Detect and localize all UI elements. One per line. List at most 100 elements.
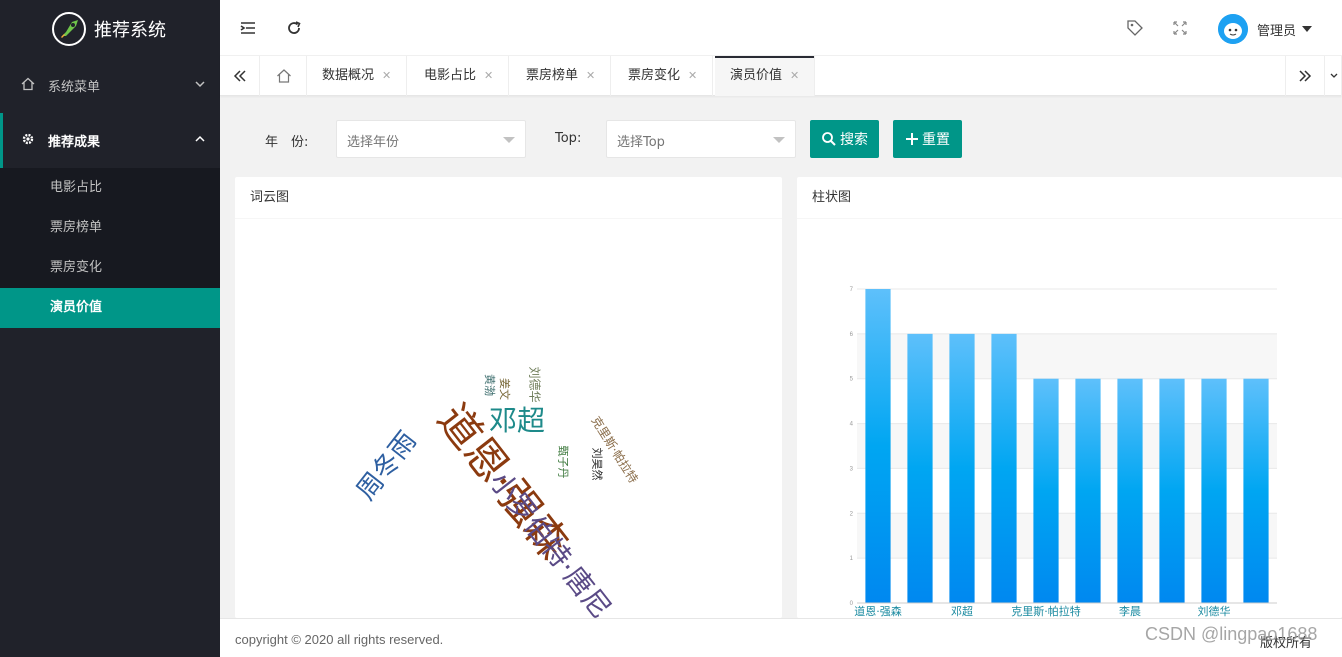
tab-label: 电影占比 — [424, 68, 477, 83]
close-icon[interactable]: ✕ — [790, 69, 799, 82]
sidebar-subitem-actor-value[interactable]: 演员价值 — [0, 288, 220, 328]
chart-y-tick-label: 3 — [850, 466, 854, 472]
copyright-text: copyright © 2020 all rights reserved. — [235, 632, 444, 647]
tab-label: 票房变化 — [628, 68, 681, 83]
wordcloud-word: 刘德华 — [527, 365, 542, 403]
caret-down-icon — [1302, 26, 1313, 32]
chart-bar[interactable] — [1243, 378, 1269, 603]
chart-x-tick-label: 刘德华 — [1198, 604, 1231, 618]
year-select-placeholder: 选择年份 — [347, 135, 400, 150]
wordcloud-word: 姜文 — [498, 378, 511, 400]
wordcloud: 道恩·强森 小罗伯特·唐尼 周冬雨 邓超 克里斯·帕拉特 刘德华 姜文 黄渤 甄子丹 刘昊然 — [235, 219, 782, 618]
menu-fold-icon[interactable] — [238, 18, 258, 38]
search-button[interactable]: 搜索 — [810, 120, 879, 158]
chart-bar[interactable] — [1159, 378, 1185, 603]
chart-y-tick-label: 5 — [850, 377, 854, 383]
chart-y-tick-label: 1 — [850, 556, 854, 562]
chart-bar[interactable] — [949, 333, 975, 603]
top-select-placeholder: 选择Top — [617, 135, 665, 150]
sidebar-subitem-movie-share[interactable]: 电影占比 — [0, 168, 220, 208]
chart-x-tick-label: 邓超 — [951, 604, 973, 618]
tab-actor-value[interactable]: 演员价值 ✕ — [715, 56, 816, 96]
top-select[interactable]: 选择Top — [606, 120, 796, 158]
chart-band — [857, 289, 1277, 334]
chart-bar[interactable] — [1201, 378, 1227, 603]
top-header: 管理员 — [220, 0, 1342, 56]
tab-label: 数据概况 — [322, 68, 375, 83]
home-icon — [20, 77, 36, 95]
gear-icon — [20, 132, 36, 150]
year-select[interactable]: 选择年份 — [336, 120, 526, 158]
chart-y-tick-label: 0 — [850, 601, 854, 607]
wordcloud-word: 邓超 — [489, 404, 546, 437]
chart-bar[interactable] — [907, 333, 933, 603]
wordcloud-word: 小罗伯特·唐尼 — [482, 465, 618, 618]
search-icon — [821, 131, 837, 147]
chart-bar[interactable] — [1033, 378, 1059, 603]
close-icon[interactable]: ✕ — [688, 69, 697, 82]
sidebar-subitem-box-office-trend[interactable]: 票房变化 — [0, 248, 220, 288]
refresh-icon[interactable] — [284, 18, 304, 38]
tab-home[interactable] — [261, 56, 307, 96]
tag-icon[interactable] — [1125, 18, 1145, 38]
close-icon[interactable]: ✕ — [382, 69, 391, 82]
reset-button-label: 重置 — [922, 132, 950, 148]
chart-x-tick-label: 克里斯·帕拉特 — [1011, 604, 1081, 618]
bar-chart: 0 1 2 3 4 5 6 7 道恩·强森 邓超 克里斯·帕拉特 李晨 刘德华 — [850, 287, 1277, 618]
dropdown-arrow-icon — [503, 137, 515, 143]
wordcloud-word: 周冬雨 — [351, 425, 423, 506]
reset-button[interactable]: 重置 — [893, 120, 962, 158]
tab-box-office-ranking[interactable]: 票房榜单 ✕ — [511, 56, 612, 96]
search-button-label: 搜索 — [840, 132, 868, 148]
sidebar-item-label: 推荐成果 — [48, 135, 101, 150]
sidebar-item-results[interactable]: 推荐成果 — [0, 113, 220, 168]
chevron-down-icon — [194, 78, 206, 90]
tab-bar: 数据概况 ✕ 电影占比 ✕ 票房榜单 ✕ 票房变化 ✕ 演员价值 ✕ — [220, 56, 1342, 96]
chart-bar[interactable] — [991, 333, 1017, 603]
chart-bar[interactable] — [865, 289, 891, 603]
year-label: 年 份: — [265, 135, 309, 150]
sidebar-subitem-box-office-ranking[interactable]: 票房榜单 — [0, 208, 220, 248]
tab-label: 票房榜单 — [526, 68, 579, 83]
user-menu[interactable]: 管理员 — [1218, 14, 1313, 44]
chevron-up-icon — [194, 133, 206, 145]
tab-box-office-trend[interactable]: 票房变化 ✕ — [613, 56, 714, 96]
avatar — [1218, 14, 1248, 44]
chart-bar[interactable] — [1075, 378, 1101, 603]
wordcloud-word: 甄子丹 — [556, 445, 569, 479]
chart-y-tick-label: 7 — [850, 287, 854, 293]
sidebar-item-label: 系统菜单 — [48, 80, 101, 95]
logo[interactable]: 推荐系统 — [0, 0, 220, 58]
wordcloud-card: 词云图 道恩·强森 小罗伯特·唐尼 周冬雨 邓超 克里斯·帕拉特 刘德华 姜文 黄渤 甄子丹 刘昊… — [235, 177, 782, 618]
wordcloud-card-title: 词云图 — [235, 177, 782, 219]
wordcloud-word: 黄渤 — [483, 374, 496, 396]
dropdown-arrow-icon — [773, 137, 785, 143]
chart-x-tick-label: 道恩·强森 — [854, 604, 902, 618]
tab-data-overview[interactable]: 数据概况 ✕ — [307, 56, 408, 96]
sidebar: 推荐系统 系统菜单 推荐成果 电影占比 票房榜单 票房变化 演员价值 — [0, 0, 220, 657]
chart-y-tick-label: 6 — [850, 332, 854, 338]
tab-movie-share[interactable]: 电影占比 ✕ — [409, 56, 510, 96]
close-icon[interactable]: ✕ — [586, 69, 595, 82]
bar-chart-card-title: 柱状图 — [797, 177, 1342, 219]
watermark: CSDN @lingpao1688 — [1145, 624, 1318, 644]
tabs-scroll-left-button[interactable] — [220, 56, 260, 96]
tabs-scroll-right-button[interactable] — [1285, 56, 1325, 96]
chart-y-tick-label: 2 — [850, 511, 854, 517]
chart-x-tick-label: 李晨 — [1119, 604, 1141, 618]
sidebar-item-system-menu[interactable]: 系统菜单 — [0, 58, 220, 113]
plus-icon — [905, 132, 919, 146]
tabs-dropdown-button[interactable] — [1326, 56, 1342, 96]
tab-label: 演员价值 — [730, 68, 783, 83]
close-icon[interactable]: ✕ — [484, 69, 493, 82]
chart-bar[interactable] — [1117, 378, 1143, 603]
user-name: 管理员 — [1257, 23, 1297, 39]
rocket-logo-icon — [52, 12, 86, 46]
submenu: 电影占比 票房榜单 票房变化 演员价值 — [0, 168, 220, 328]
app-title: 推荐系统 — [94, 20, 166, 41]
fullscreen-icon[interactable] — [1170, 18, 1190, 38]
wordcloud-word: 刘昊然 — [590, 447, 603, 481]
chart-y-tick-label: 4 — [850, 422, 854, 428]
bar-chart-card: 柱状图 0 1 2 3 4 5 6 7 道恩·强森 邓超 克里斯·帕拉特 李晨 刘德华 — [797, 177, 1342, 618]
top-label: Top: — [555, 131, 582, 146]
